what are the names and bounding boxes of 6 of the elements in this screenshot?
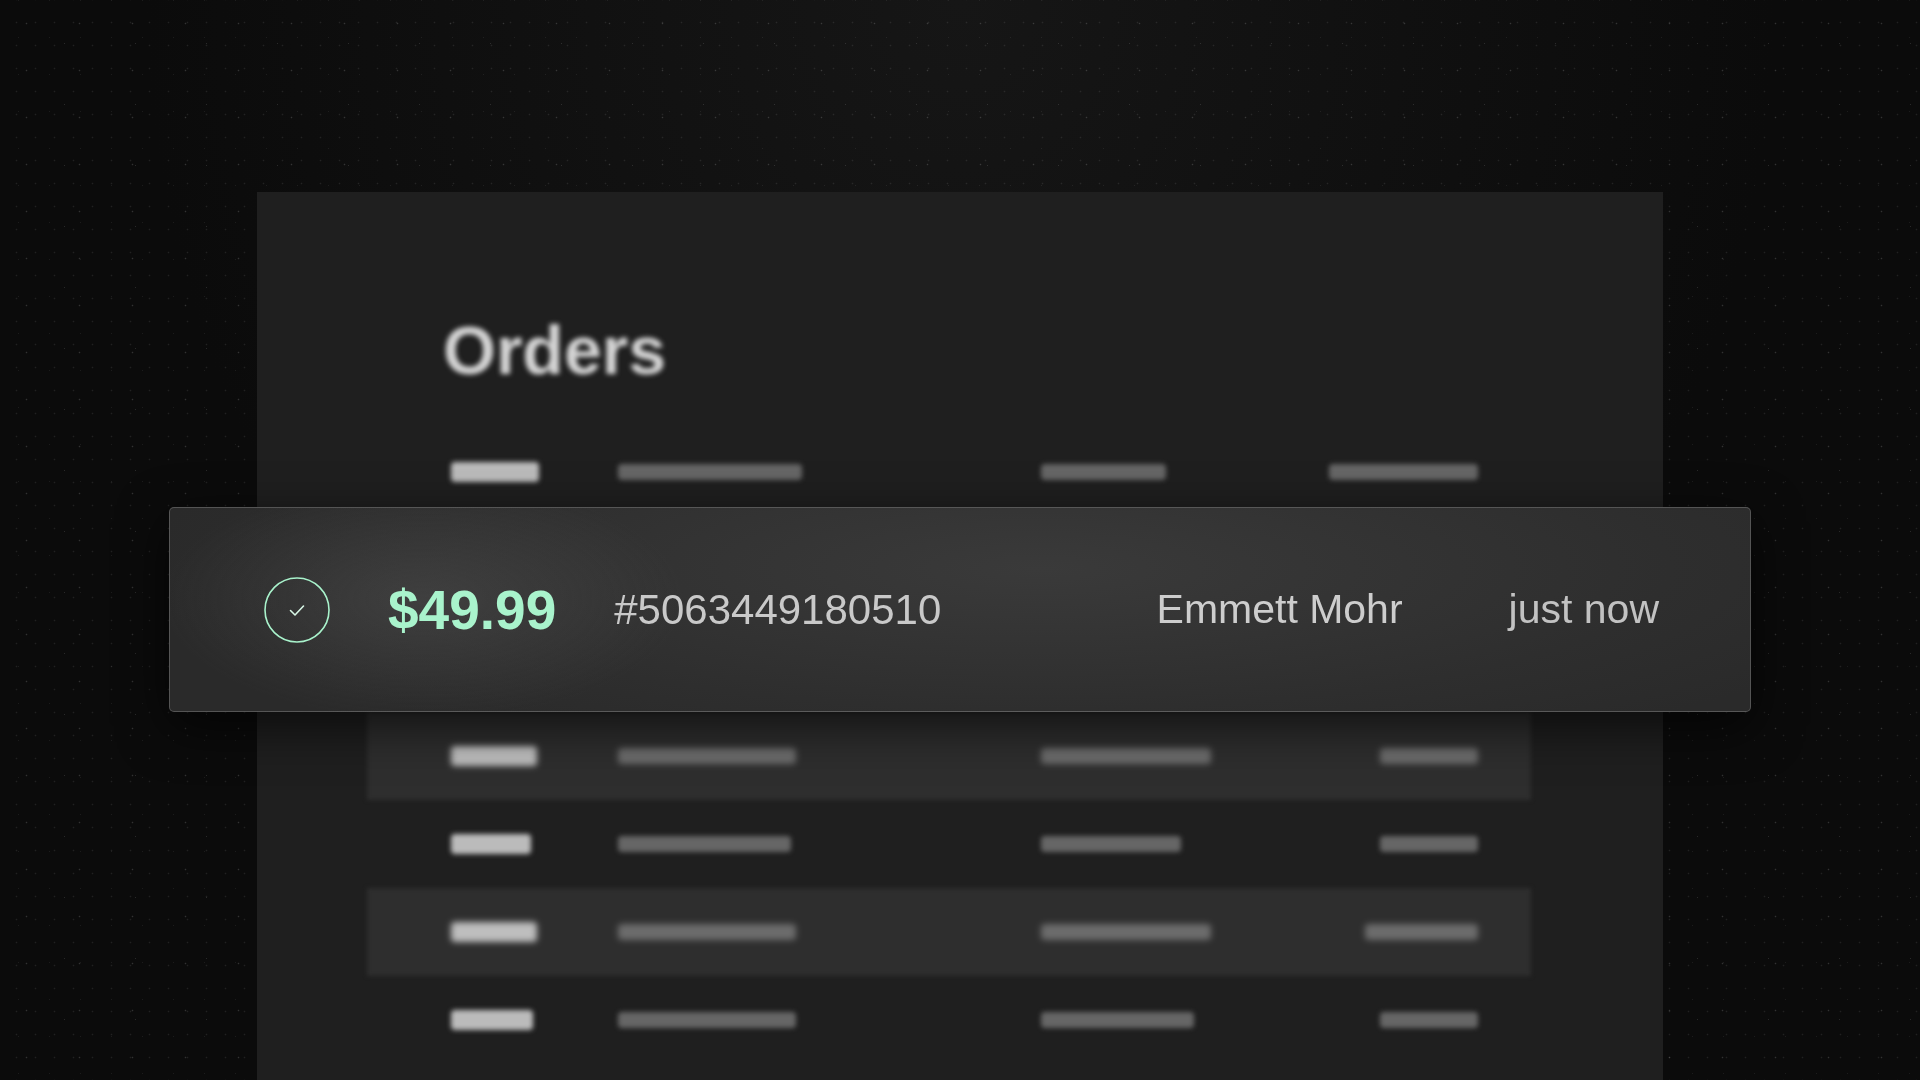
order-time: just now xyxy=(1508,586,1659,633)
order-number: #5063449180510 xyxy=(614,585,942,634)
order-amount: $49.99 xyxy=(388,577,557,642)
check-circle-icon xyxy=(264,576,330,643)
customer-name: Emmett Mohr xyxy=(1156,586,1403,633)
orders-title: Orders xyxy=(443,316,666,384)
